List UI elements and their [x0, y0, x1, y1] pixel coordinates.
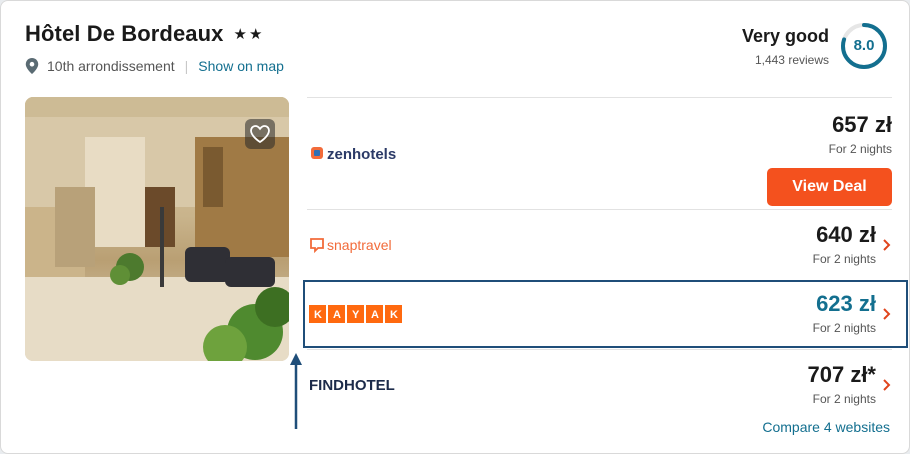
location-text: 10th arrondissement — [47, 58, 175, 74]
findhotel-logo: FINDHOTEL — [309, 377, 395, 394]
hotel-card: Hôtel De Bordeaux ★★ 10th arrondissement… — [0, 0, 910, 454]
nights-label: For 2 nights — [812, 252, 876, 266]
svg-text:zenhotels: zenhotels — [327, 146, 396, 163]
title-row: Hôtel De Bordeaux ★★ — [25, 21, 264, 47]
deal-row-zenhotels[interactable]: zenhotels 657 zł For 2 nights View Deal — [307, 97, 892, 209]
deals-list: zenhotels 657 zł For 2 nights View Deal … — [307, 97, 892, 419]
favorite-button[interactable] — [245, 119, 275, 149]
chevron-right-icon — [883, 239, 891, 251]
location-row: 10th arrondissement | Show on map — [25, 58, 284, 74]
heart-icon — [250, 125, 270, 143]
compare-websites-link[interactable]: Compare 4 websites — [762, 419, 890, 435]
annotation-highlight-box — [303, 280, 908, 348]
price-block: 707 zł* For 2 nights — [808, 362, 877, 406]
chevron-right-icon — [883, 379, 891, 391]
view-deal-button[interactable]: View Deal — [767, 168, 892, 206]
price: 707 zł* — [807, 362, 877, 387]
svg-text:FINDHOTEL: FINDHOTEL — [309, 377, 395, 394]
hotel-photo[interactable] — [25, 97, 289, 361]
price: 657 zł — [832, 112, 892, 137]
price-block: 657 zł For 2 nights View Deal — [767, 112, 892, 206]
location-pin-icon — [25, 58, 39, 74]
rating-block[interactable]: Very good 1,443 reviews 8.0 — [742, 21, 889, 71]
deal-row-snaptravel[interactable]: snaptravel 640 zł For 2 nights — [307, 209, 892, 279]
annotation-arrow-icon — [290, 353, 302, 429]
rating-text: Very good 1,443 reviews — [742, 26, 829, 67]
deal-row-findhotel[interactable]: FINDHOTEL 707 zł* For 2 nights — [307, 349, 892, 419]
snaptravel-logo: snaptravel — [310, 237, 392, 254]
rating-label: Very good — [741, 25, 829, 46]
separator: | — [184, 58, 189, 74]
nights-label: For 2 nights — [812, 392, 876, 406]
price: 640 zł — [816, 222, 876, 247]
hotel-name[interactable]: Hôtel De Bordeaux — [25, 21, 224, 47]
rating-score: 8.0 — [853, 37, 875, 54]
svg-text:snaptravel: snaptravel — [327, 237, 392, 253]
star-rating: ★★ — [233, 26, 265, 43]
rating-ring-icon: 8.0 — [839, 21, 889, 71]
nights-label: For 2 nights — [828, 142, 892, 156]
price-block: 640 zł For 2 nights — [813, 222, 876, 266]
review-count: 1,443 reviews — [754, 52, 829, 67]
show-on-map-link[interactable]: Show on map — [198, 58, 284, 74]
zenhotels-logo: zenhotels — [311, 146, 396, 163]
